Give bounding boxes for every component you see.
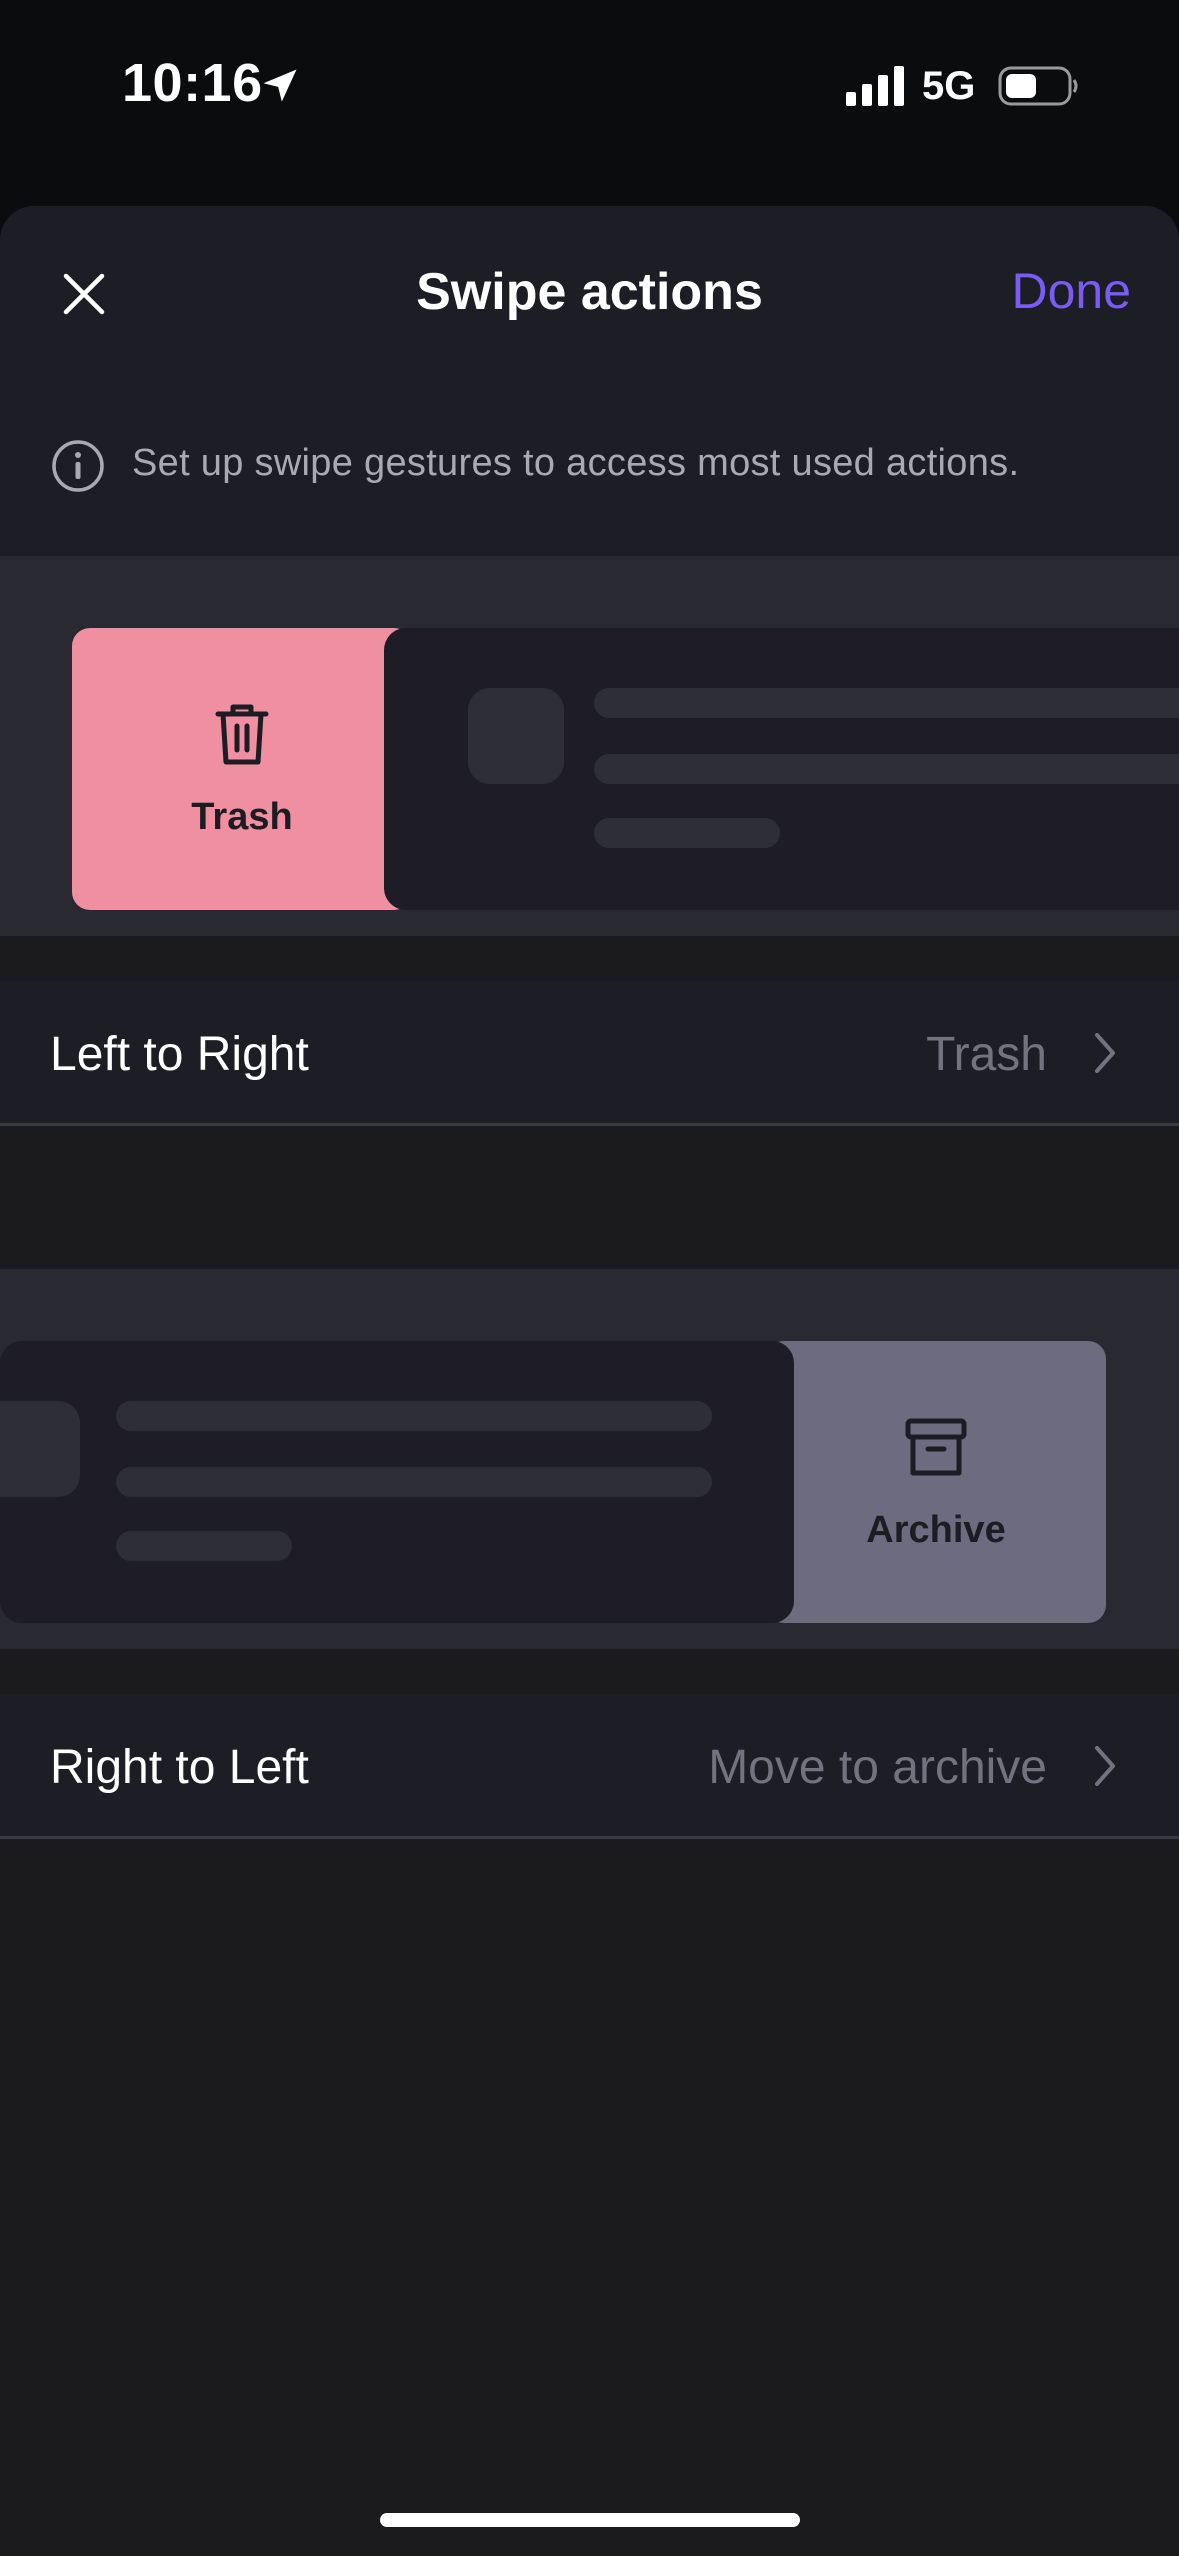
row-label: Right to Left: [50, 1741, 309, 1794]
row-value: Move to archive: [708, 1741, 1047, 1794]
placeholder-avatar: [468, 688, 564, 784]
info-text: Set up swipe gestures to access most use…: [132, 442, 1020, 484]
row-value: Trash: [926, 1028, 1047, 1081]
mock-email-card: [384, 628, 1179, 910]
chevron-right-icon: [1095, 1033, 1115, 1073]
chevron-right-icon: [1095, 1746, 1115, 1786]
placeholder-line: [594, 688, 1179, 718]
page-title: Swipe actions: [416, 263, 763, 321]
battery-icon: [998, 66, 1078, 106]
trash-icon: [215, 704, 269, 765]
trash-tile-label: Trash: [191, 796, 293, 838]
status-bar: 10:16 5G: [0, 0, 1179, 170]
archive-icon: [905, 1418, 967, 1476]
location-arrow-icon: [263, 69, 297, 102]
placeholder-avatar: [0, 1401, 80, 1497]
left-to-right-row[interactable]: Left to Right Trash: [0, 981, 1179, 1126]
placeholder-line: [116, 1401, 712, 1431]
trash-action-tile: Trash: [72, 628, 412, 910]
placeholder-line: [594, 754, 1179, 784]
placeholder-line: [594, 818, 780, 848]
archive-action-tile: Archive: [766, 1341, 1106, 1623]
home-indicator[interactable]: [380, 2513, 800, 2527]
signal-icon: [846, 66, 904, 106]
done-button[interactable]: Done: [1011, 262, 1131, 320]
mock-email-card: [0, 1341, 794, 1623]
archive-tile-label: Archive: [866, 1509, 1006, 1551]
placeholder-line: [116, 1467, 712, 1497]
right-to-left-preview: Archive: [0, 1269, 1179, 1649]
right-to-left-row[interactable]: Right to Left Move to archive: [0, 1694, 1179, 1839]
placeholder-line: [116, 1531, 292, 1561]
network-label: 5G: [922, 64, 976, 108]
info-icon: [52, 440, 104, 492]
swipe-actions-sheet: Swipe actions Done Set up swipe gestures…: [0, 206, 1179, 2556]
section-gap: [0, 1126, 1179, 1269]
row-label: Left to Right: [50, 1028, 309, 1081]
status-time: 10:16: [122, 53, 263, 113]
left-to-right-preview: Trash: [0, 556, 1179, 936]
sheet-header: Swipe actions Done Set up swipe gestures…: [0, 206, 1179, 556]
